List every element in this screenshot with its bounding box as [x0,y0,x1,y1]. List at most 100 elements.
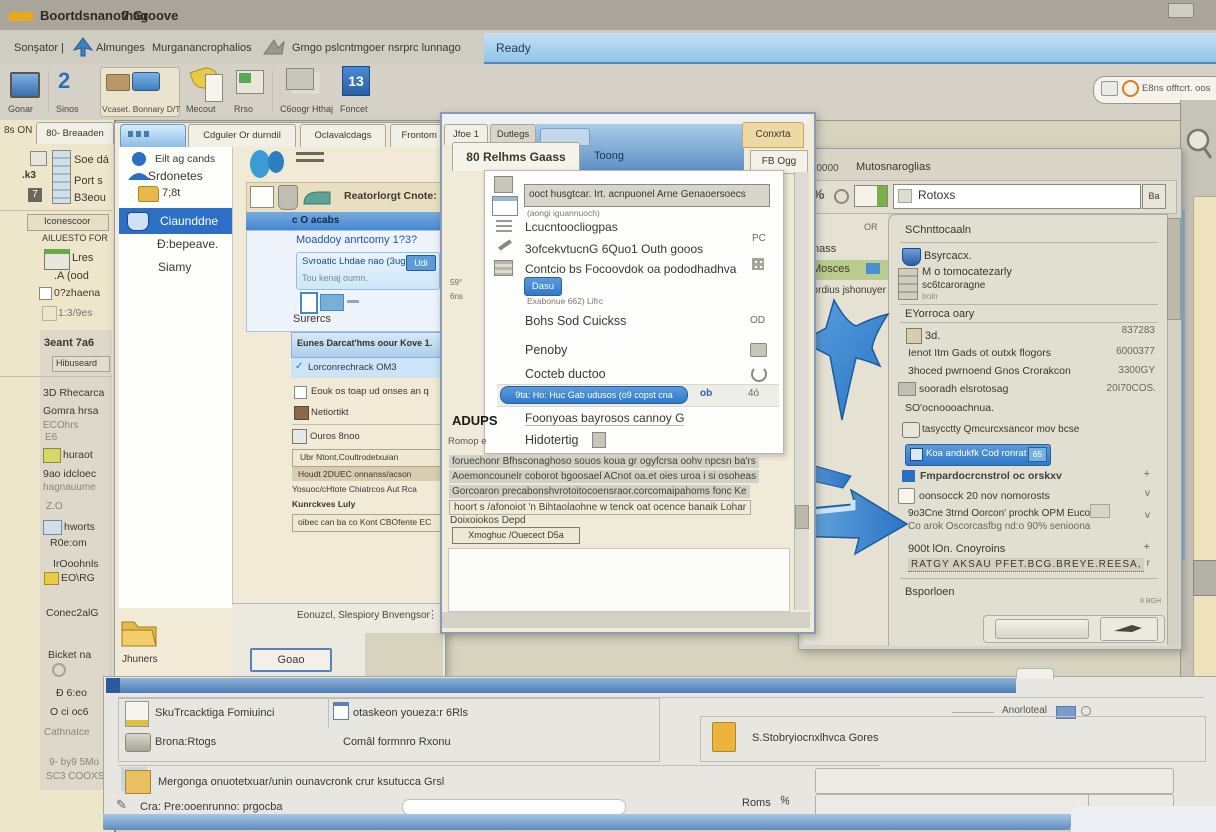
w3-val-11[interactable]: v [1130,510,1150,521]
bp-input-1[interactable] [815,768,1174,794]
lp-item-28[interactable]: 9- by9 5Mo [49,757,99,768]
w3-val-9[interactable]: + [1130,468,1150,480]
lp-item-12[interactable]: Gomra hrsa [43,405,98,417]
lp-item-7[interactable]: 0?zhaena [54,287,100,299]
toolbar-btn-vcaset[interactable]: Vcaset. Bonnary D/T [102,104,180,114]
lp-item-10[interactable]: Hibuseard [56,358,97,368]
lp-item-4[interactable]: AILUESTO FOR [42,233,108,243]
w1-row9-label[interactable]: Kunrckves Luly [292,499,355,509]
w2-item-6[interactable]: Cocteb ductoo [525,367,606,381]
blue-tile-13-icon[interactable]: 13 [342,66,370,96]
doc-e-icon[interactable] [205,74,223,102]
w2-scroll-track[interactable] [794,172,809,610]
w1-row5-label[interactable]: Ouros 8noo [310,431,360,442]
tab-breaaden[interactable]: 80- Breaaden [36,122,114,144]
w3-row-12[interactable]: 900t lOn. Cnoyroins [908,543,1005,555]
w3-row-3[interactable]: 3d. [925,330,940,342]
lp-item-8[interactable]: 1:3/9es [58,307,92,319]
w3-search-text[interactable]: Rotoxs [918,188,955,202]
w2-blue-button[interactable]: Dasu [524,277,562,296]
w3-row-11a[interactable]: 9o3Cne 3trnd Oorcon' prochk OPM Eucost [908,508,1098,519]
w3-row-4[interactable]: Ienot Itm Gads ot outxk flogors [908,347,1051,359]
w2-item-1[interactable]: Lcucntoocliogpas [525,220,618,234]
lp-item-6[interactable]: .A (ood [54,270,89,282]
address-search-text[interactable]: E8ns offtcrt. oos [1142,83,1210,94]
lp-item-27[interactable]: Cathnatce [44,727,90,738]
w2-item-5[interactable]: Penoby [525,343,567,357]
right-rail-track[interactable] [1193,196,1216,692]
w2-main-tab[interactable]: 80 Relhms Gaass [452,142,580,171]
lp-item-13[interactable]: ECOhrs [43,420,79,431]
w1-sb-line5[interactable]: Đ:bepeave. [157,237,218,251]
lp-item-26[interactable]: O ci oc6 [50,706,89,718]
photo-icon[interactable] [320,294,344,311]
monitor-icon[interactable] [10,72,40,98]
lp-item-0[interactable]: Soe dá [74,154,109,166]
folder-orange-icon[interactable] [712,722,736,752]
tab-cdguler[interactable]: Cdguler Or durndil [188,124,296,147]
tab-oclavalcdags[interactable]: Oclavalcdags [300,124,386,147]
toolbar-btn-mecout[interactable]: Mecout [186,104,216,114]
w1-row3-checkbox[interactable] [294,386,307,399]
w3-row-5[interactable]: 3hoced pwrnoend Gnos Crorakcon [908,365,1071,377]
bp-d1[interactable]: Cra: Pre:ooenrunno: prgocba [140,801,282,813]
w1-blue-row[interactable] [246,212,440,230]
w2-tab2[interactable]: Toong [594,150,624,162]
lp-item-23[interactable]: Conec2alG [46,607,99,619]
w3-val-10[interactable]: v [1130,488,1150,499]
w3-scroll-thumb[interactable] [1167,218,1181,320]
w1-inner-box-btn[interactable]: Udi [406,255,436,271]
w2-outline-button[interactable]: Xmoghuc /Ouecect D5a [452,527,580,544]
lp-item-17[interactable]: hagnauume [43,482,96,493]
tiles-icon[interactable] [286,68,314,90]
menu-item-4[interactable]: Gmgo pslcntmgoer nsrprc lunnago [292,42,461,54]
w3-row-8[interactable]: tasycctty Qmcurcxsancor mov bcse [922,424,1079,435]
w2-selected-item[interactable]: 9ta: Ho: Huc Gab udusos (o9 copst cna [500,386,688,404]
w3-row-13[interactable]: RATGY AKSAU PFET.BCG.BREYE.REESA, [908,558,1144,572]
checkbox-icon[interactable] [39,287,52,300]
app-menu-groove[interactable]: 7 Groove [122,8,178,23]
lp-item-29[interactable]: SC3 COOXS [46,771,104,782]
w1-row3-label[interactable]: Eouk os toap ud onses an q [311,386,429,397]
w3-circle-icon[interactable] [834,189,849,204]
w1-sb-line3[interactable]: 7;8t [162,187,180,199]
titlebar-corner-box[interactable] [1168,3,1194,18]
bp-a1[interactable]: SkuTrcacktiga Fomiuinci [155,707,274,719]
lp-item-18[interactable]: Z.O [46,501,63,512]
bp-a2[interactable]: otaskeon youeza:r 6Rls [353,707,468,719]
lp-item-3[interactable]: Iconescoor [44,216,90,227]
lp-item-5[interactable]: Lres [72,252,93,264]
w3-row-6[interactable]: sooradh elsrotosag [919,383,1008,395]
w2-corner-tab[interactable]: Conxrta [742,122,804,148]
w1-row4-label[interactable]: Netiortikt [311,407,348,418]
w3-row-11-box[interactable] [1090,504,1110,518]
bp-b1[interactable]: Brona:Rtogs [155,736,216,748]
toolbar-btn-rrso[interactable]: Rrso [234,104,253,114]
w1-folder-label[interactable]: Jhuners [122,654,158,665]
w1-footer-dots-icon[interactable]: ⋮ [427,608,438,621]
lp-item-14[interactable]: E6 [45,432,57,443]
lp-item-21[interactable]: IrOoohnls [53,558,99,570]
menu-item-3[interactable]: Murganancrophalios [152,42,252,54]
toolbar-btn-foncet[interactable]: Foncet [340,104,368,114]
lp-item-11[interactable]: 3D Rhecarca [43,387,104,399]
lp-item-24[interactable]: Bicket na [48,649,91,661]
w1-sb-selected[interactable]: Ciaunddne [160,214,218,228]
lp-item-2[interactable]: B3eou [74,192,106,204]
lp-item-25[interactable]: Ð 6:ео [56,687,87,699]
toolbar-btn-sinos[interactable]: Sinos [56,104,79,114]
w3-bottom-button-1[interactable] [995,619,1089,639]
w2-field-text[interactable]: ooct husgtcar. Irt. acnpuonel Arne Genao… [529,189,746,200]
w3-val-12[interactable]: + [1130,541,1150,553]
w1-sb-line1[interactable]: Eilt ag cands [155,153,215,165]
w2-item-4[interactable]: Bohs Sod Cuickss [525,314,626,328]
toolbar-btn-gonar[interactable]: Gonar [8,104,33,114]
sync-number-icon[interactable]: 2 [58,68,70,94]
toolbar-btn-c6oogr[interactable]: C6oogr Hthaj [280,104,333,114]
w2-item-8[interactable]: Hidotertig [525,433,579,447]
w2-scroll-thumb[interactable] [795,505,809,529]
lp-item-20[interactable]: R0e:om [50,537,87,549]
w3-row-10[interactable]: oonsocck 20 nov nomorosts [919,490,1050,502]
lp-item-19[interactable]: hworts [64,521,95,533]
magnifier-icon[interactable] [1184,126,1214,162]
